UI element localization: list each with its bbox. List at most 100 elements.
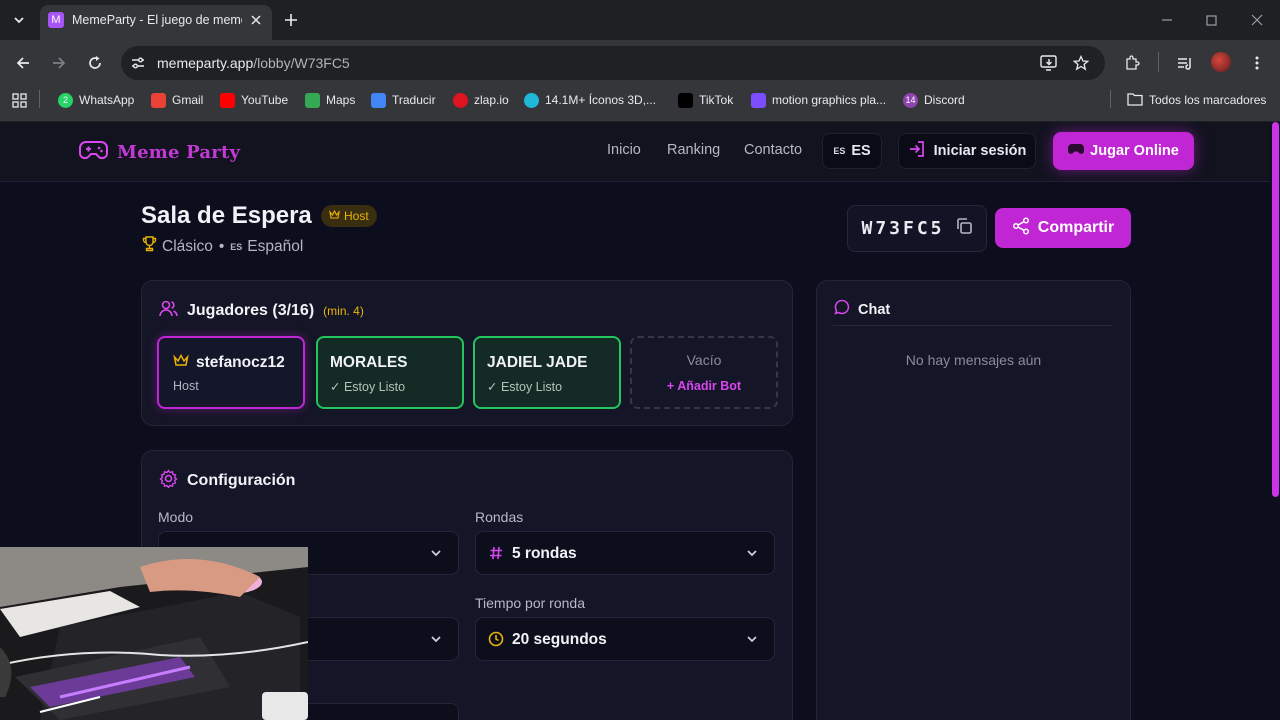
copy-icon[interactable] xyxy=(955,217,973,240)
config-title: Configuración xyxy=(187,472,296,489)
players-header: Jugadores (3/16) (min. 4) xyxy=(159,300,364,322)
trophy-icon xyxy=(142,236,157,257)
tab-close-icon[interactable] xyxy=(246,10,266,30)
host-badge-label: Host xyxy=(344,209,369,223)
bookmark-whatsapp[interactable]: 2 WhatsApp xyxy=(58,91,134,109)
lang-label: ES xyxy=(851,143,871,159)
youtube-icon xyxy=(220,92,235,108)
crown-icon xyxy=(329,207,340,225)
back-icon[interactable] xyxy=(13,53,33,73)
play-online-label: Jugar Online xyxy=(1090,143,1179,159)
crown-icon xyxy=(173,353,189,373)
meta-separator: • xyxy=(218,237,225,255)
page-title: Sala de Espera xyxy=(141,202,312,229)
chevron-down-icon xyxy=(428,545,444,561)
player-status: ✓ Estoy Listo xyxy=(487,380,563,394)
url-text[interactable]: memeparty.app/lobby/W73FC5 xyxy=(157,55,350,71)
browser-menu-icon[interactable] xyxy=(1247,53,1267,73)
site-info-icon[interactable] xyxy=(128,53,148,73)
nav-link-ranking[interactable]: Ranking xyxy=(667,142,720,158)
share-label: Compartir xyxy=(1037,219,1115,236)
bookmarks-divider xyxy=(39,90,40,108)
player-status: ✓ Estoy Listo xyxy=(330,380,406,394)
tiktok-icon xyxy=(678,92,693,108)
player-status: Host xyxy=(173,379,199,393)
translate-icon xyxy=(371,92,386,108)
gmail-icon xyxy=(151,92,166,108)
language-switcher[interactable]: ES ES xyxy=(822,133,882,169)
play-online-button[interactable]: Jugar Online xyxy=(1053,132,1194,170)
login-button[interactable]: Iniciar sesión xyxy=(898,133,1036,169)
chevron-down-icon xyxy=(744,631,760,647)
window-close-icon[interactable] xyxy=(1247,10,1267,30)
room-code-box[interactable]: W73FC5 xyxy=(847,205,987,252)
bookmark-maps[interactable]: Maps xyxy=(305,91,355,109)
bookmark-label: WhatsApp xyxy=(79,93,135,107)
bookmark-gmail[interactable]: Gmail xyxy=(151,91,203,109)
lobby-meta: Clásico • ES Español xyxy=(142,236,303,257)
bookmark-translate[interactable]: Traducir xyxy=(371,91,436,109)
lang-flag-code: ES xyxy=(833,146,846,156)
webpage: Meme Party Inicio Ranking Contacto ES ES… xyxy=(0,122,1280,720)
maximize-icon[interactable] xyxy=(1201,10,1221,30)
player-name: JADIEL JADE xyxy=(487,354,588,371)
tab-title: MemeParty - El juego de meme xyxy=(72,13,242,27)
bookmark-label: TikTok xyxy=(699,93,734,107)
chat-empty-message: No hay mensajes aún xyxy=(905,352,1042,368)
site-logo[interactable]: Meme Party xyxy=(79,138,240,167)
new-tab-icon[interactable] xyxy=(281,10,301,30)
empty-slot-label: Vacío xyxy=(686,352,722,368)
config-header: Configuración xyxy=(159,469,295,493)
rounds-value: 5 rondas xyxy=(512,545,577,562)
nav-link-contacto[interactable]: Contacto xyxy=(744,142,802,158)
bookmark-motion[interactable]: motion graphics pla... xyxy=(751,91,886,109)
tab-search-icon[interactable] xyxy=(9,10,29,30)
chat-header: Chat xyxy=(834,299,890,320)
bookmark-label: Discord xyxy=(924,93,965,107)
rounds-select[interactable]: 5 rondas xyxy=(475,531,775,575)
player-name: stefanocz12 xyxy=(196,354,285,371)
media-control-icon[interactable] xyxy=(1175,53,1195,73)
extensions-icon[interactable] xyxy=(1122,53,1142,73)
bookmark-star-icon[interactable] xyxy=(1071,53,1091,73)
bookmark-discord[interactable]: 14 Discord xyxy=(903,91,965,109)
game-mode: Clásico xyxy=(162,237,213,255)
icons3d-icon xyxy=(524,92,539,108)
players-min: (min. 4) xyxy=(323,304,364,318)
time-value: 20 segundos xyxy=(512,631,607,648)
install-app-icon[interactable] xyxy=(1039,53,1059,73)
lang-flag-code: ES xyxy=(230,241,243,252)
bookmark-youtube[interactable]: YouTube xyxy=(220,91,288,109)
forward-icon[interactable] xyxy=(49,53,69,73)
nav-link-inicio[interactable]: Inicio xyxy=(607,142,641,158)
scrollbar-thumb[interactable] xyxy=(1272,122,1279,497)
maps-icon xyxy=(305,92,320,108)
bookmark-label: YouTube xyxy=(241,93,289,107)
time-select[interactable]: 20 segundos xyxy=(475,617,775,661)
folder-icon xyxy=(1127,92,1143,109)
bookmark-zlap[interactable]: zlap.io xyxy=(453,91,509,109)
gamepad-icon xyxy=(79,138,108,167)
gear-icon xyxy=(159,469,178,493)
bookmark-icons3d[interactable]: 14.1M+ Íconos 3D,... xyxy=(524,91,656,109)
bookmark-label: motion graphics pla... xyxy=(772,93,887,107)
share-button[interactable]: Compartir xyxy=(995,208,1131,248)
chevron-down-icon xyxy=(744,545,760,561)
minimize-icon[interactable] xyxy=(1157,10,1177,30)
host-badge: Host xyxy=(321,205,377,227)
gamepad-icon xyxy=(1068,142,1085,160)
bookmark-label: zlap.io xyxy=(474,93,509,107)
add-bot-button[interactable]: + Añadir Bot xyxy=(632,379,776,393)
tab-favicon: M xyxy=(48,12,64,28)
profile-avatar[interactable] xyxy=(1211,52,1231,72)
url-path: /lobby/W73FC5 xyxy=(253,55,350,71)
apps-grid-icon[interactable] xyxy=(9,90,29,110)
chat-title: Chat xyxy=(858,301,891,318)
all-bookmarks-label: Todos los marcadores xyxy=(1149,93,1267,107)
url-host: memeparty.app xyxy=(157,55,254,71)
share-icon xyxy=(1012,216,1030,240)
all-bookmarks[interactable]: Todos los marcadores xyxy=(1127,91,1266,109)
bookmark-tiktok[interactable]: TikTok xyxy=(678,91,733,109)
reload-icon[interactable] xyxy=(85,53,105,73)
player-card: JADIEL JADE ✓ Estoy Listo xyxy=(473,336,621,409)
